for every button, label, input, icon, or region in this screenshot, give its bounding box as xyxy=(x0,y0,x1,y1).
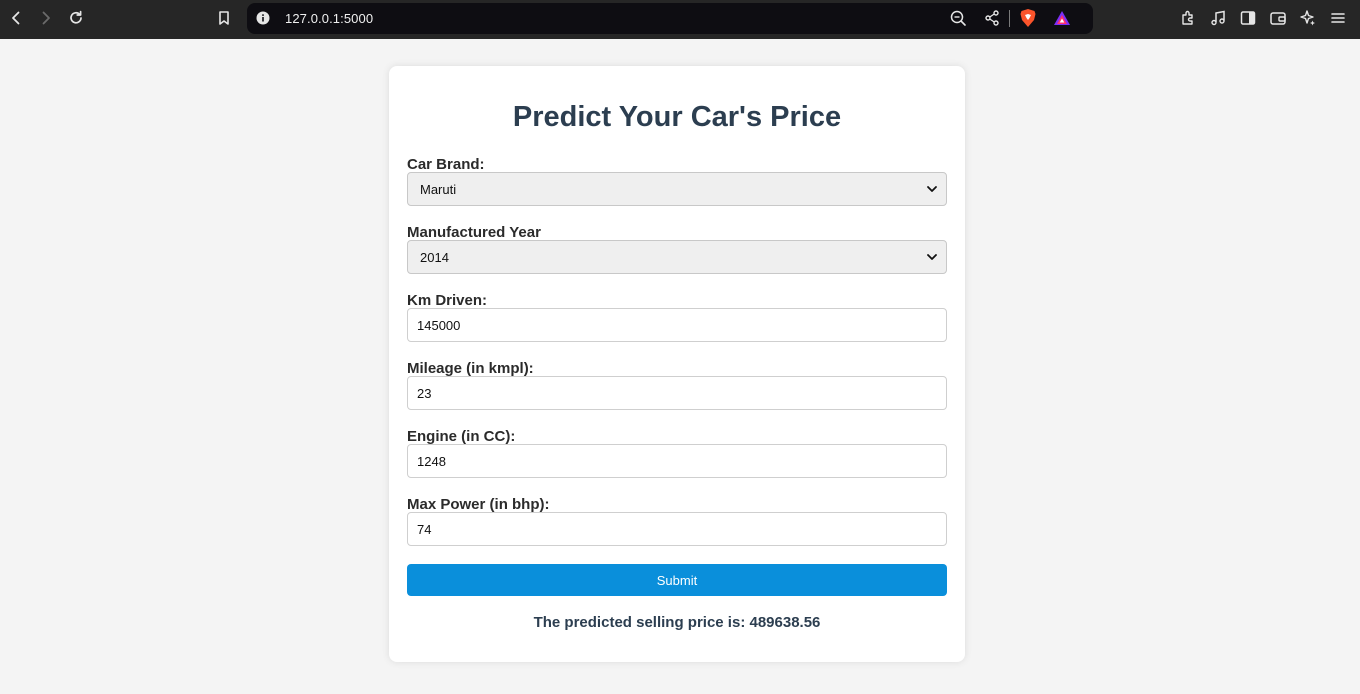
extensions-icon[interactable] xyxy=(1176,6,1200,30)
brave-shields-icon[interactable] xyxy=(1019,8,1037,33)
zoom-icon[interactable] xyxy=(949,9,967,32)
forward-icon[interactable] xyxy=(34,6,58,30)
browser-toolbar: 127.0.0.1:5000 xyxy=(0,0,1360,39)
wallet-icon[interactable] xyxy=(1266,6,1290,30)
brave-rewards-icon[interactable] xyxy=(1053,10,1071,31)
manufactured-year-value: 2014 xyxy=(420,249,449,265)
page-title: Predict Your Car's Price xyxy=(512,101,842,133)
engine-label: Engine (in CC): xyxy=(407,428,516,445)
manufactured-year-label: Manufactured Year xyxy=(407,224,541,241)
mileage-label: Mileage (in kmpl): xyxy=(407,360,534,377)
max-power-input[interactable] xyxy=(407,512,947,546)
bookmark-icon[interactable] xyxy=(212,6,236,30)
km-driven-input[interactable] xyxy=(407,308,947,342)
site-info-icon[interactable] xyxy=(255,10,271,31)
car-brand-select[interactable]: Maruti xyxy=(407,172,947,206)
engine-input[interactable] xyxy=(407,444,947,478)
manufactured-year-select[interactable]: 2014 xyxy=(407,240,947,274)
submit-button[interactable]: Submit xyxy=(407,564,947,596)
back-icon[interactable] xyxy=(4,6,28,30)
max-power-label: Max Power (in bhp): xyxy=(407,496,550,513)
car-brand-label: Car Brand: xyxy=(407,156,485,173)
predicted-price-result: The predicted selling price is: 489638.5… xyxy=(533,614,821,631)
chevron-down-icon xyxy=(927,186,937,192)
url-text[interactable]: 127.0.0.1:5000 xyxy=(285,11,373,26)
car-brand-value: Maruti xyxy=(420,181,457,197)
chevron-down-icon xyxy=(927,254,937,260)
sidebar-icon[interactable] xyxy=(1236,6,1260,30)
url-divider xyxy=(1009,10,1010,27)
leo-ai-icon[interactable] xyxy=(1296,6,1320,30)
km-driven-label: Km Driven: xyxy=(407,292,488,309)
address-bar[interactable]: 127.0.0.1:5000 xyxy=(247,3,1093,34)
media-icon[interactable] xyxy=(1206,6,1230,30)
mileage-input[interactable] xyxy=(407,376,947,410)
reload-icon[interactable] xyxy=(64,6,88,30)
menu-icon[interactable] xyxy=(1326,6,1350,30)
prediction-form-card: Predict Your Car's Price Car Brand: Maru… xyxy=(389,66,965,662)
share-icon[interactable] xyxy=(983,9,1001,32)
